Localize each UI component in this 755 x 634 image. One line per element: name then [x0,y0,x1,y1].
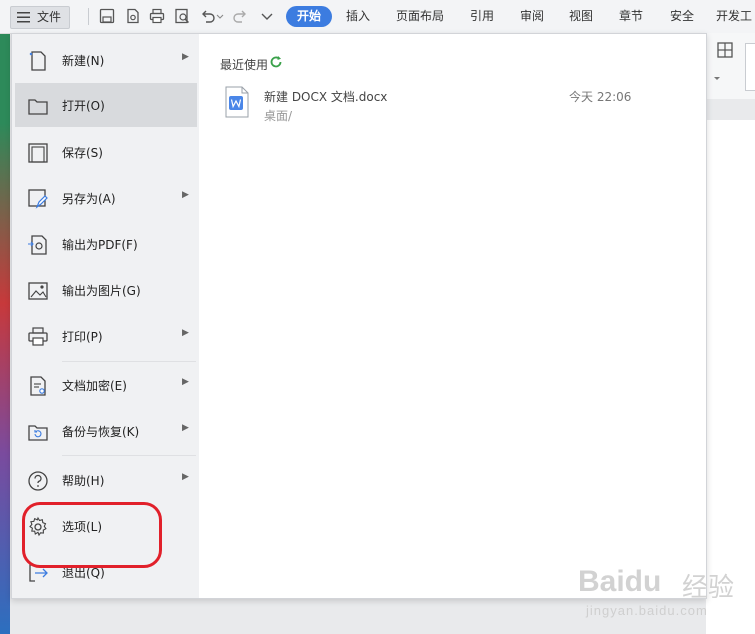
top-toolbar: 文件 开始 插入 页面布局 引用 审阅 视图 章节 安全 开发工 [0,0,755,34]
recent-file-item[interactable]: 新建 DOCX 文档.docx 桌面/ 今天 22:06 [224,86,634,126]
menu-item-print[interactable]: 打印(P) ▶ [15,314,197,358]
tab-references[interactable]: 引用 [464,6,500,27]
menu-divider [62,361,196,362]
toolbar-divider [88,8,89,25]
baidu-jingyan-watermark: Baidu 经验 jingyan.baidu.com [578,565,748,625]
menu-divider [62,455,196,456]
file-menu-button[interactable]: 文件 [10,6,70,29]
desktop-background [0,33,10,634]
submenu-arrow-icon: ▶ [182,190,189,200]
menu-item-export-pdf[interactable]: 输出为PDF(F) [15,222,197,266]
export-image-icon [28,282,48,300]
tab-home[interactable]: 开始 [286,6,332,27]
recent-file-time: 今天 22:06 [569,90,632,104]
undo-icon[interactable] [200,8,216,24]
export-pdf-icon[interactable] [125,8,141,24]
watermark-logo-cn: 经验 [682,573,735,603]
ribbon-area [706,33,755,99]
style-gallery[interactable] [745,43,755,91]
menu-item-encrypt[interactable]: 文档加密(E) ▶ [15,363,197,407]
save-as-icon [28,189,48,209]
tab-review[interactable]: 审阅 [514,6,550,27]
undo-dropdown-icon[interactable] [216,8,224,24]
tab-security[interactable]: 安全 [664,6,700,27]
recent-file-name: 新建 DOCX 文档.docx [264,90,388,104]
refresh-icon[interactable] [269,55,283,69]
menu-item-backup-restore[interactable]: 备份与恢复(K) ▶ [15,409,197,453]
tab-page-layout[interactable]: 页面布局 [390,6,450,27]
submenu-arrow-icon: ▶ [182,472,189,482]
table-grid-icon[interactable] [716,41,734,59]
backup-restore-icon [28,425,48,441]
hamburger-icon [17,12,30,23]
new-doc-icon [29,51,46,71]
export-pdf-icon [28,235,47,255]
customize-toolbar-icon[interactable] [259,8,275,24]
folder-open-icon [28,99,48,115]
tab-developer[interactable]: 开发工 [716,6,755,27]
word-document-icon [225,86,249,118]
highlight-annotation [22,502,162,568]
recent-file-path: 桌面/ [264,109,293,123]
submenu-arrow-icon: ▶ [182,377,189,387]
recent-section-title: 最近使用 [220,58,269,72]
watermark-logo: Baidu [578,565,662,598]
save-icon[interactable] [99,8,115,24]
submenu-arrow-icon: ▶ [182,328,189,338]
submenu-arrow-icon: ▶ [182,423,189,433]
tab-view[interactable]: 视图 [563,6,599,27]
tab-chapter[interactable]: 章节 [613,6,649,27]
save-icon [28,143,48,163]
print-preview-icon[interactable] [174,8,190,24]
document-page[interactable] [706,120,755,634]
menu-item-help[interactable]: 帮助(H) ▶ [15,458,197,502]
menu-item-new[interactable]: 新建(N) ▶ [15,38,197,82]
menu-item-export-image[interactable]: 输出为图片(G) [15,268,197,312]
watermark-site: jingyan.baidu.com [586,603,708,618]
print-icon[interactable] [149,8,165,24]
menu-item-open[interactable]: 打开(O) [15,83,197,127]
tab-insert[interactable]: 插入 [340,6,376,27]
redo-icon[interactable] [232,8,248,24]
file-menu-label: 文件 [37,10,62,24]
encrypt-doc-icon [30,376,46,396]
submenu-arrow-icon: ▶ [182,52,189,62]
menu-item-save[interactable]: 保存(S) [15,130,197,174]
menu-item-save-as[interactable]: 另存为(A) ▶ [15,176,197,220]
help-icon [28,471,48,491]
ribbon-expand-icon[interactable] [712,73,722,83]
print-icon [28,327,48,346]
